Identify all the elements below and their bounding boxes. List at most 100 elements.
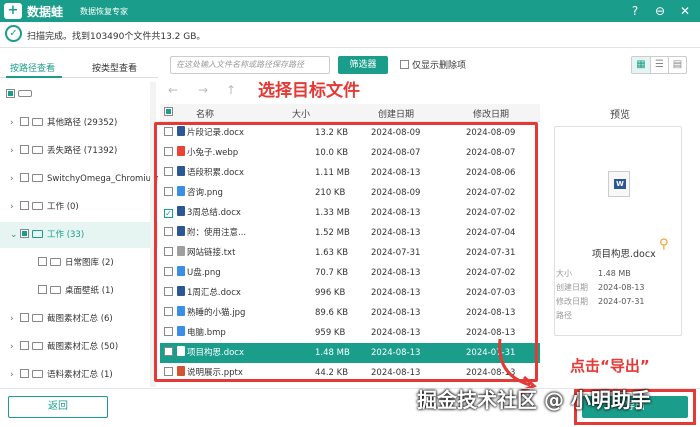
col-size[interactable]: 大小 [292,107,310,120]
tree-scrollbar[interactable] [150,82,156,387]
minimize-icon[interactable]: ⊖ [652,3,668,19]
list-view-icon[interactable]: ☰ [650,57,668,73]
checkbox-icon[interactable]: ✓ [164,209,173,218]
checkbox-icon[interactable] [164,187,173,196]
checkbox-icon[interactable] [164,287,173,296]
row-checkbox[interactable] [164,303,176,323]
grid-view-icon[interactable]: ▦ [632,57,650,73]
row-checkbox[interactable] [164,183,176,203]
table-row[interactable]: 说明展示.pptx 44.2 KB 2024-08-13 2024-08-13 [160,363,540,383]
col-name[interactable]: 名称 [196,107,214,120]
meta-path: 路径 [556,310,598,321]
chevron-right-icon[interactable]: › [10,138,20,164]
row-checkbox[interactable] [164,223,176,243]
row-checkbox[interactable] [164,243,176,263]
tree-item[interactable]: › 截图素材汇总 (50) [10,334,158,360]
checkbox-icon[interactable] [20,313,29,322]
checkbox-icon[interactable] [164,167,173,176]
table-row[interactable]: 网站链接.txt 1.63 KB 2024-07-31 2024-07-31 [160,243,540,263]
checkbox-icon[interactable] [164,227,173,236]
tree-item-selected[interactable]: ⌄ 工作 (33) [0,222,158,248]
tree-root-drive[interactable] [6,82,158,108]
chevron-right-icon[interactable]: › [10,166,20,192]
checkbox-icon[interactable] [164,307,173,316]
file-name: 小兔子.webp [187,148,239,158]
checkbox-icon[interactable] [164,107,173,116]
checkbox-icon[interactable] [400,60,409,69]
tree-item-label: SwitchyOmega_Chromium [47,174,158,184]
checkbox-icon[interactable] [164,247,173,256]
docx-file-icon [177,283,187,303]
chevron-right-icon[interactable]: › [10,306,20,332]
checkbox-icon[interactable] [20,201,29,210]
tree-item[interactable]: › 截图素材汇总 (6) [10,306,158,332]
search-input[interactable]: 在这处输入文件名称或路径保存路径 [170,56,330,74]
table-row[interactable]: U盘.png 70.7 KB 2024-08-13 2024-07-02 [160,263,540,283]
col-created[interactable]: 创建日期 [378,107,414,120]
table-row[interactable]: 1周汇总.docx 996 KB 2024-08-13 2024-07-03 [160,283,540,303]
back-arrow-icon[interactable]: ← [168,83,178,97]
close-icon[interactable]: ✕ [677,3,693,19]
table-row[interactable]: 语段积累.docx 1.11 MB 2024-08-13 2024-08-06 [160,163,540,183]
checkbox-icon[interactable] [20,173,29,182]
file-created: 2024-08-13 [371,328,421,338]
table-row[interactable]: 片段记录.docx 13.2 KB 2024-08-09 2024-08-09 [160,123,540,143]
docx-file-icon [177,343,187,363]
tree-item[interactable]: › 工作 (0) [10,194,158,220]
tree-item[interactable]: › 其他路径 (29352) [10,110,158,136]
chevron-right-icon[interactable]: › [10,362,20,387]
table-row[interactable]: 电脑.bmp 959 KB 2024-08-13 2024-08-13 [160,323,540,343]
checkbox-icon[interactable] [20,117,29,126]
checkbox-icon[interactable] [20,145,29,154]
tab-by-type[interactable]: 按类型查看 [92,61,137,74]
up-arrow-icon[interactable]: ↑ [226,83,236,97]
forward-arrow-icon[interactable]: → [198,83,208,97]
table-row[interactable]: ✓ 3周总结.docx 1.33 MB 2024-08-13 2024-07-02 [160,203,540,223]
detail-view-icon[interactable]: ▤ [668,57,686,73]
table-row[interactable]: 小兔子.webp 10.0 KB 2024-08-07 2024-08-07 [160,143,540,163]
checkbox-icon[interactable] [164,367,173,376]
table-row[interactable]: 咨询.png 210 KB 2024-08-09 2024-07-02 [160,183,540,203]
row-checkbox[interactable] [164,363,176,383]
magnifier-icon[interactable]: ⚲ [659,237,669,252]
row-checkbox[interactable]: ✓ [164,203,176,223]
row-checkbox[interactable] [164,343,176,363]
tree-item-label: 桌面壁纸 (1) [65,286,114,296]
tree-item[interactable]: › 语料素材汇总 (1) [10,362,158,387]
chevron-down-icon[interactable]: ⌄ [10,222,20,248]
only-deleted-checkbox[interactable]: 仅显示删除项 [400,58,466,71]
tree-item[interactable]: › SwitchyOmega_Chromium [10,166,158,192]
row-checkbox[interactable] [164,283,176,303]
row-checkbox[interactable] [164,163,176,183]
table-row[interactable]: 项目构思.docx 1.48 MB 2024-08-13 2024-07-31 [160,343,540,363]
checkbox-icon[interactable] [38,257,47,266]
checkbox-icon[interactable] [20,229,29,238]
row-checkbox[interactable] [164,323,176,343]
row-checkbox[interactable] [164,123,176,143]
filter-button[interactable]: 筛选器 [338,56,388,74]
checkbox-icon[interactable] [164,267,173,276]
checkbox-icon[interactable] [38,285,47,294]
checkbox-icon[interactable] [20,369,29,378]
chevron-right-icon[interactable]: › [10,334,20,360]
table-row[interactable]: 熟睡的小猫.jpg 89.6 KB 2024-08-13 2024-08-13 [160,303,540,323]
row-checkbox[interactable] [164,263,176,283]
checkbox-icon[interactable] [164,347,173,356]
checkbox-icon[interactable] [164,327,173,336]
help-icon[interactable]: ? [627,3,643,19]
tree-item[interactable]: 桌面壁纸 (1) [38,278,158,304]
tab-by-path[interactable]: 按路径查看 [10,61,55,74]
tree-item[interactable]: › 丢失路径 (71392) [10,138,158,164]
chevron-right-icon[interactable]: › [10,110,20,136]
chevron-right-icon[interactable]: › [10,194,20,220]
tree-item[interactable]: 日常图库 (2) [38,250,158,276]
row-checkbox[interactable] [164,143,176,163]
checkbox-icon[interactable] [164,127,173,136]
table-row[interactable]: 附：使用注意... 1.52 MB 2024-08-13 2024-07-04 [160,223,540,243]
checkbox-icon[interactable] [164,147,173,156]
select-all-checkbox[interactable] [164,107,176,118]
back-button[interactable]: 返回 [8,396,108,418]
checkbox-icon[interactable] [6,89,15,98]
col-modified[interactable]: 修改日期 [473,107,509,120]
checkbox-icon[interactable] [20,341,29,350]
